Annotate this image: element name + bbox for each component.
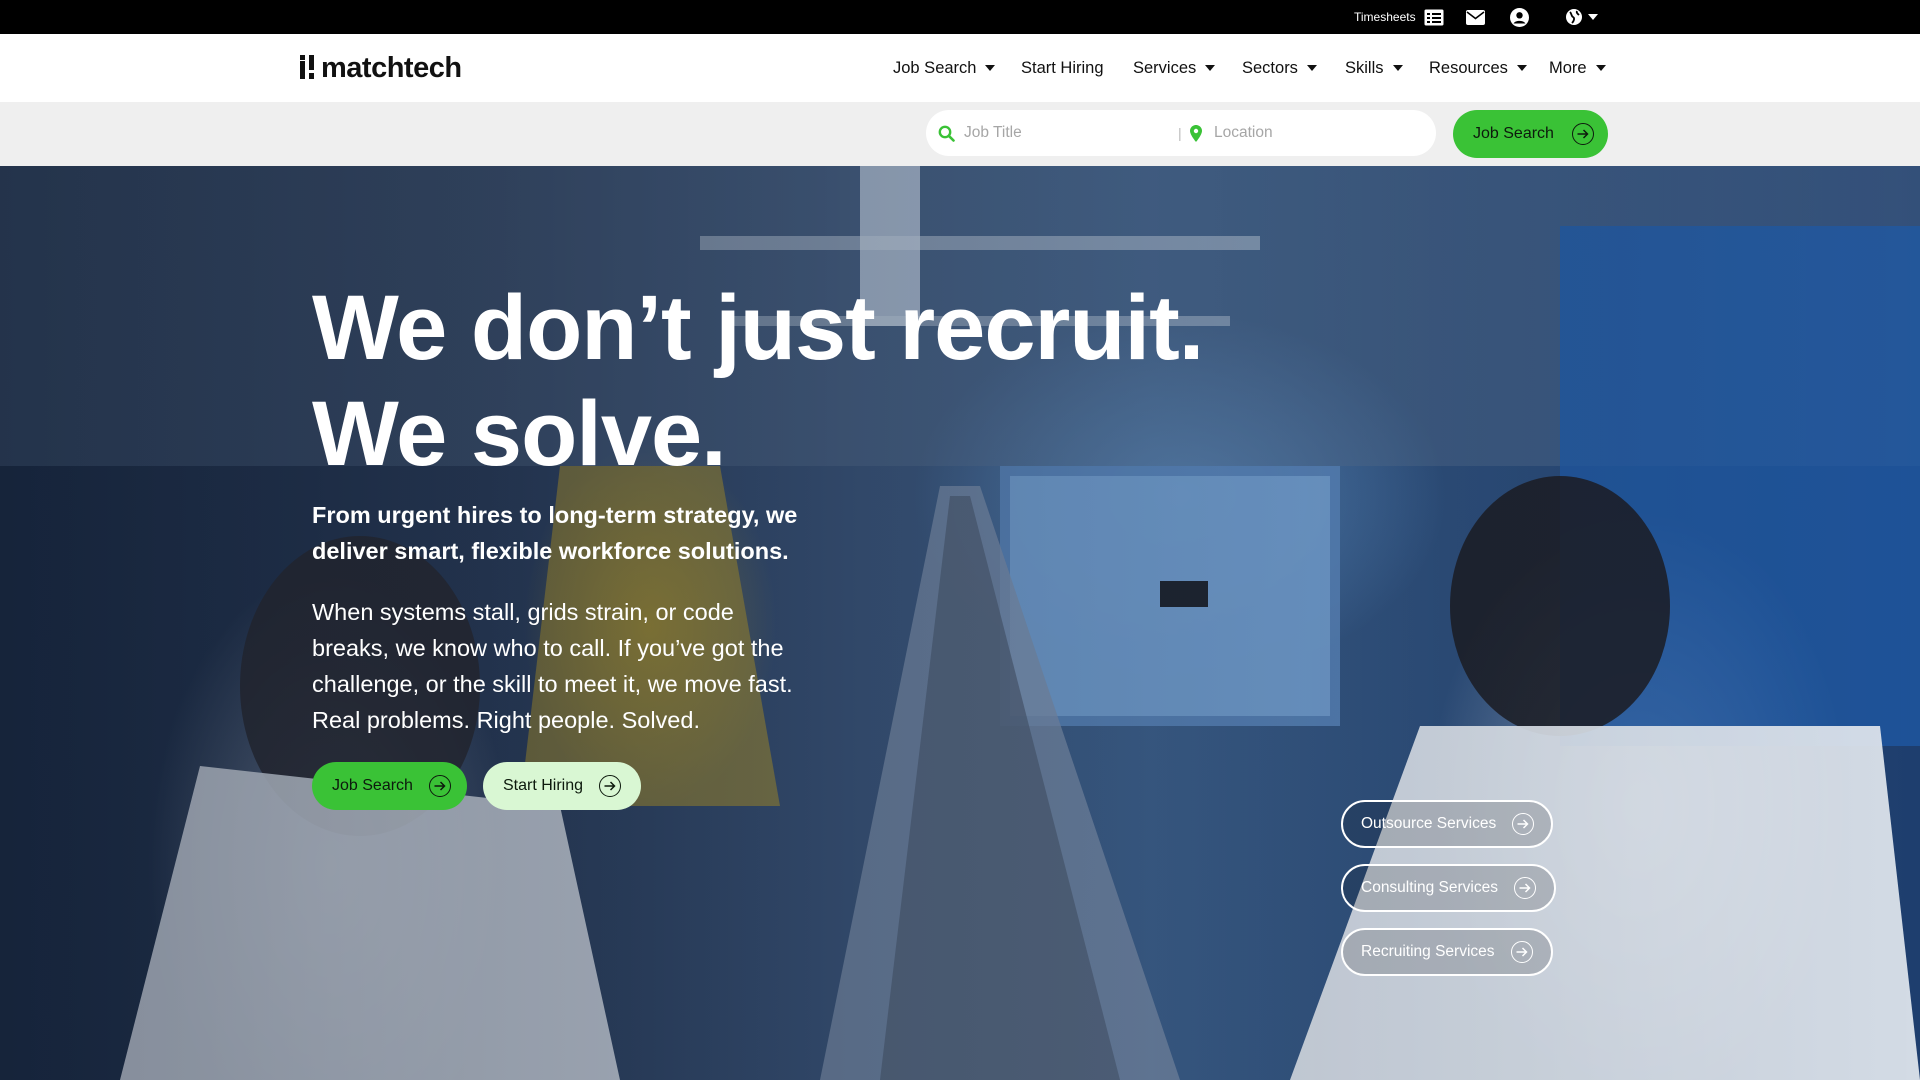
nav-more[interactable]: More — [1549, 34, 1606, 102]
job-search-button-label: Job Search — [1473, 125, 1554, 142]
search-icon — [938, 125, 955, 142]
nav-label: Resources — [1429, 58, 1508, 77]
nav-label: Services — [1133, 58, 1197, 77]
utility-bar: Timesheets — [0, 0, 1920, 34]
account-button[interactable] — [1510, 0, 1529, 34]
main-header: matchtech Job Search Start Hiring Servic… — [0, 34, 1920, 102]
location-input[interactable] — [1214, 124, 1404, 142]
timesheets-label: Timesheets — [1354, 10, 1416, 24]
nav-start-hiring[interactable]: Start Hiring — [1021, 34, 1104, 102]
chevron-down-icon — [1306, 65, 1317, 71]
chevron-down-icon — [1392, 65, 1403, 71]
hero-start-hiring-label: Start Hiring — [503, 777, 584, 794]
arrow-right-icon — [1513, 877, 1536, 899]
job-title-field — [926, 110, 1176, 156]
logo[interactable]: matchtech — [299, 51, 462, 85]
chevron-down-icon — [1595, 65, 1606, 71]
job-search-form: | — [926, 110, 1436, 156]
service-label: Consulting Services — [1361, 879, 1498, 896]
nav-sectors[interactable]: Sectors — [1242, 34, 1317, 102]
hero-body-text: When systems stall, grids strain, or cod… — [312, 599, 793, 733]
location-field — [1190, 110, 1430, 156]
mail-icon — [1466, 9, 1485, 25]
nav-job-search[interactable]: Job Search — [893, 34, 996, 102]
outsource-services-button[interactable]: Outsource Services — [1341, 800, 1553, 848]
nav-label: Start Hiring — [1021, 58, 1104, 77]
nav-resources[interactable]: Resources — [1429, 34, 1527, 102]
location-pin-icon — [1190, 124, 1202, 142]
headline-line-2: We solve. — [312, 383, 727, 485]
service-label: Recruiting Services — [1361, 943, 1495, 960]
hero-subheading: From urgent hires to long-term strategy,… — [312, 502, 798, 564]
arrow-right-icon — [599, 775, 622, 797]
job-title-input[interactable] — [964, 124, 1154, 142]
logo-text: matchtech — [321, 51, 462, 84]
headline-line-1: We don’t just recruit. — [312, 277, 1204, 379]
consulting-services-button[interactable]: Consulting Services — [1341, 864, 1556, 912]
chevron-down-icon — [1516, 65, 1527, 71]
nav-skills[interactable]: Skills — [1345, 34, 1403, 102]
hero-start-hiring-button[interactable]: Start Hiring — [483, 762, 641, 810]
language-selector[interactable] — [1566, 0, 1598, 34]
mail-button[interactable] — [1466, 0, 1485, 34]
nav-services[interactable]: Services — [1133, 34, 1216, 102]
chevron-down-icon — [985, 65, 996, 71]
nav-label: Job Search — [893, 58, 977, 77]
account-icon — [1510, 7, 1529, 27]
chevron-down-icon — [1205, 65, 1216, 71]
arrow-right-icon — [1512, 813, 1535, 835]
recruiting-services-button[interactable]: Recruiting Services — [1341, 928, 1553, 976]
chevron-down-icon — [1588, 14, 1598, 20]
arrow-right-icon — [1510, 941, 1533, 963]
service-label: Outsource Services — [1361, 815, 1497, 832]
hero-headline: We don’t just recruit. We solve. — [312, 275, 1312, 487]
globe-icon — [1566, 9, 1582, 25]
timesheets-icon — [1424, 9, 1444, 25]
nav-label: Sectors — [1242, 58, 1298, 77]
arrow-right-icon — [1571, 123, 1594, 145]
arrow-right-icon — [428, 775, 451, 797]
job-search-submit-button[interactable]: Job Search — [1453, 110, 1608, 158]
logo-mark-icon — [299, 55, 317, 81]
hero-job-search-label: Job Search — [332, 777, 413, 794]
search-divider: | — [1178, 125, 1182, 141]
nav-label: Skills — [1345, 58, 1384, 77]
nav-label: More — [1549, 58, 1587, 77]
hero-job-search-button[interactable]: Job Search — [312, 762, 467, 810]
timesheets-link[interactable]: Timesheets — [1354, 0, 1444, 34]
